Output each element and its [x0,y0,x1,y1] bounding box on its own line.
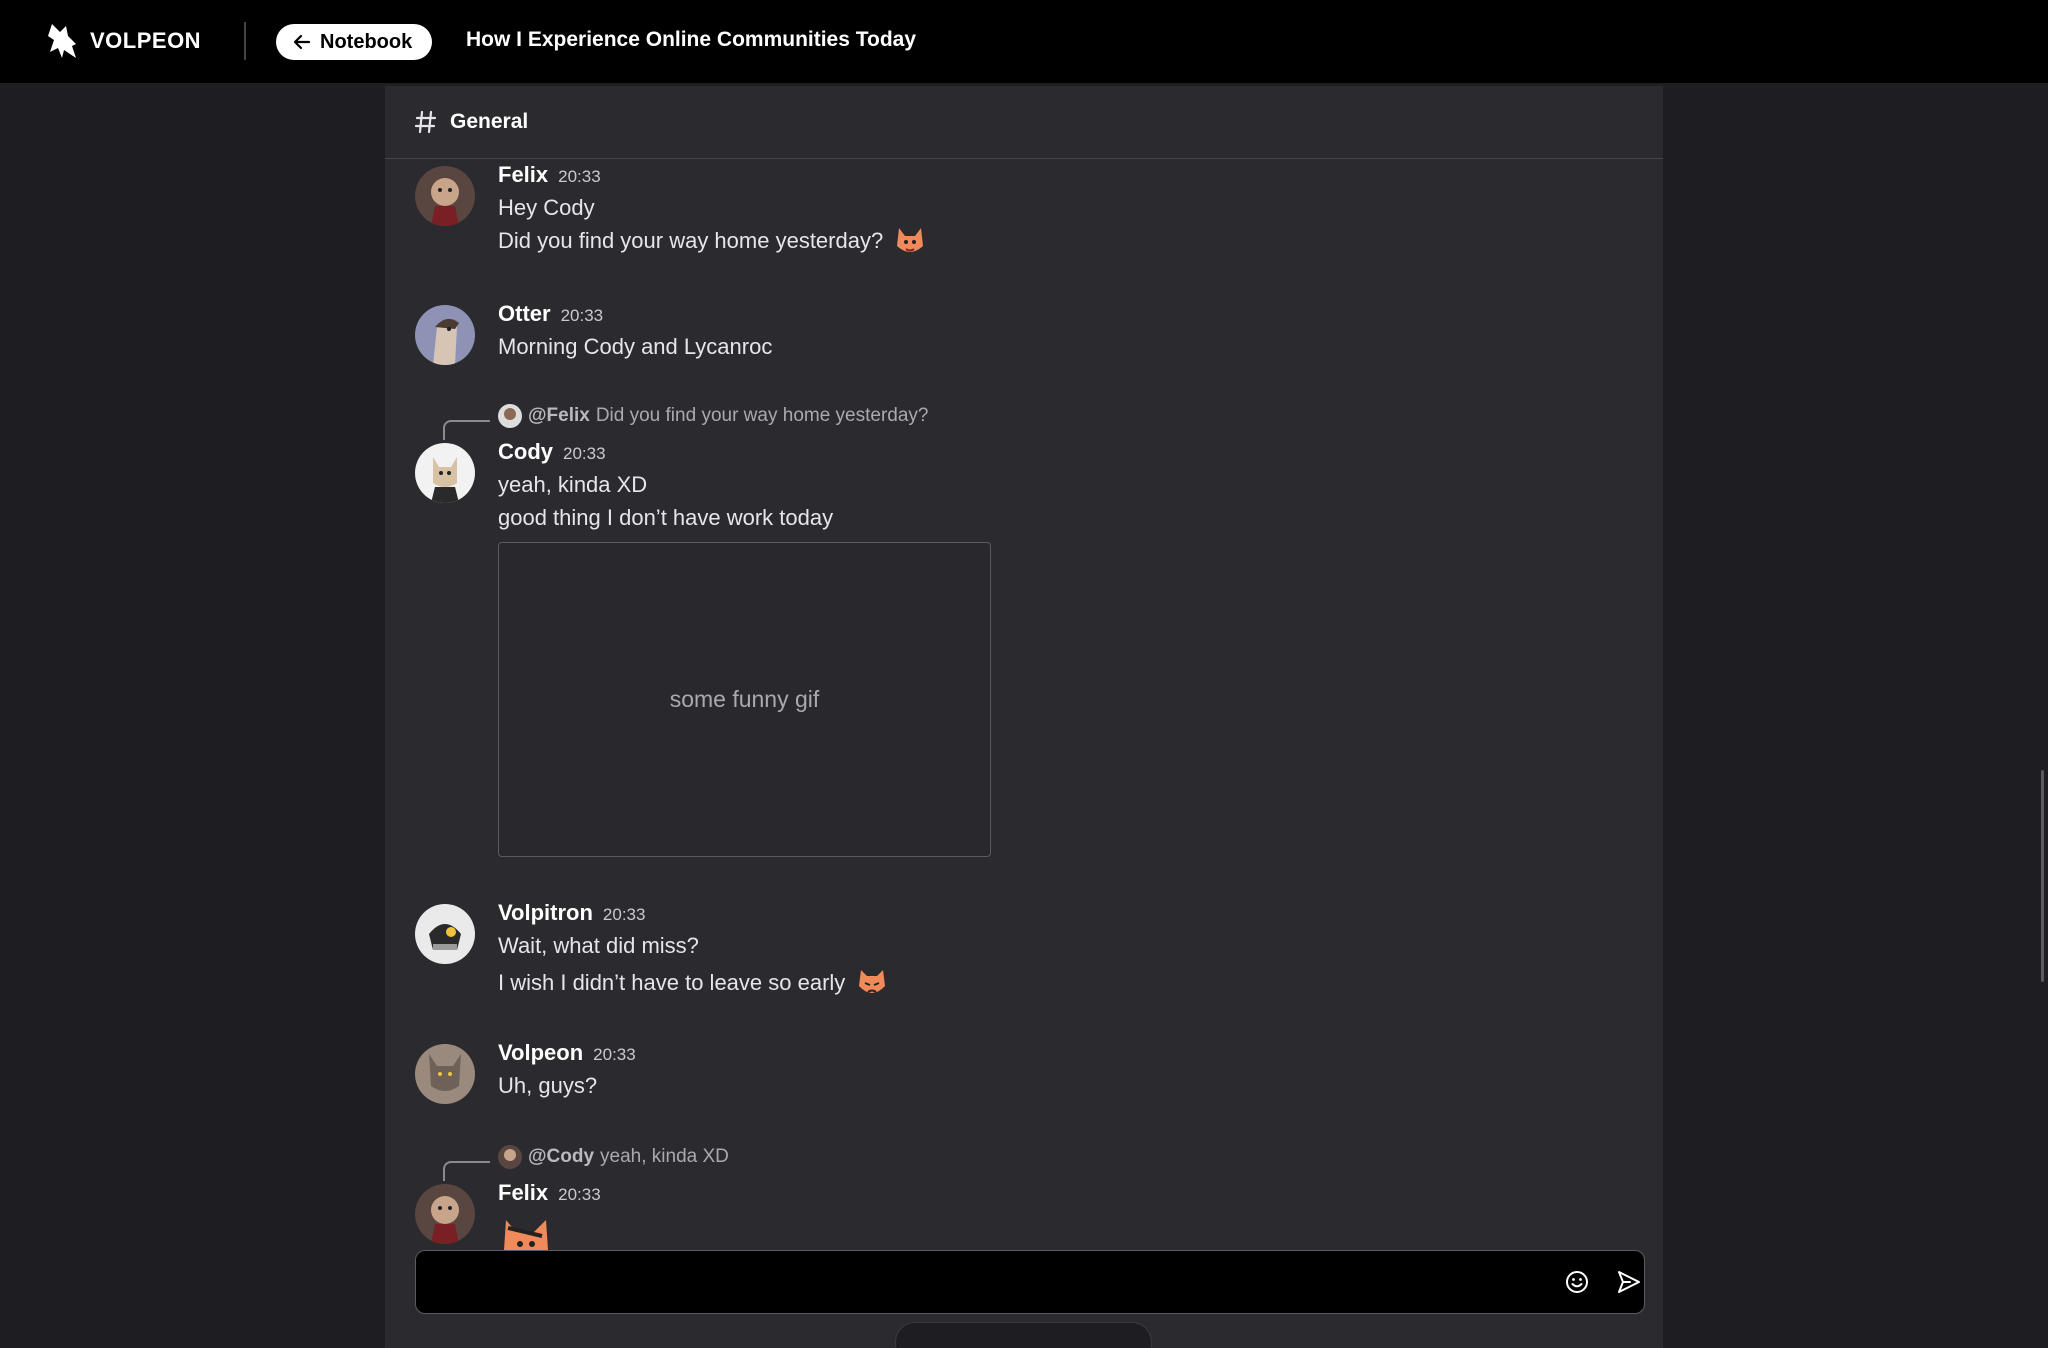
message-time: 20:33 [563,444,606,463]
message-time: 20:33 [593,1045,636,1064]
page-scrollbar[interactable] [2041,770,2044,982]
avatar[interactable] [415,305,475,365]
send-icon[interactable] [1616,1269,1642,1295]
reply-avatar [498,404,522,428]
avatar[interactable] [415,1044,475,1104]
chat-panel: General Felix 20:33 Hey Cody Did you find… [385,86,1663,1348]
message-input[interactable] [432,1261,1536,1303]
message-author[interactable]: Volpeon 20:33 [498,1040,636,1066]
message-line: I wish I didn’t have to leave so early [498,966,889,1000]
top-bar: VOLPEON Notebook How I Experience Online… [0,0,2048,83]
avatar[interactable] [415,904,475,964]
message-author[interactable]: Otter 20:33 [498,301,603,327]
message-time: 20:33 [560,306,604,325]
message-author[interactable]: Felix 20:33 [498,162,601,188]
volpeon-logo-icon [48,24,76,58]
message-line: Uh, guys? [498,1073,598,1098]
brand-logo[interactable]: VOLPEON [46,22,201,60]
message-line: good thing I don’t have work today [498,505,834,530]
message-time: 20:33 [558,1185,601,1204]
message-author[interactable]: Volpitron 20:33 [498,900,645,926]
reply-connector [443,1161,490,1181]
back-to-notebook-button[interactable]: Notebook [276,24,433,60]
channel-header: General [385,86,1663,159]
message-line: Did you find your way home yesterday? [498,224,927,258]
sad-fox-emoji-icon [859,970,886,993]
message-line: Hey Cody [498,195,595,220]
message-line: Wait, what did miss? [498,933,699,958]
page-title: How I Experience Online Communities Toda… [466,28,917,51]
arrow-left-icon [293,34,311,50]
message-time: 20:33 [558,167,601,186]
gif-attachment[interactable]: some funny gif [498,542,991,857]
reply-reference[interactable]: @Cody yeah, kinda XD [498,1145,729,1169]
bottom-toolbar[interactable] [895,1322,1152,1348]
reply-reference[interactable]: @Felix Did you find your way home yester… [498,404,929,428]
reply-connector [443,420,490,440]
header-divider [244,22,246,60]
back-button-label: Notebook [320,30,413,53]
avatar[interactable] [415,166,475,226]
fox-emoji-icon [897,228,924,252]
channel-name: General [450,110,529,133]
message-line: Morning Cody and Lycanroc [498,334,773,359]
brand-name: VOLPEON [90,28,202,53]
reply-avatar [498,1145,522,1169]
avatar[interactable] [415,1184,475,1244]
message-composer [415,1250,1645,1314]
message-line: yeah, kinda XD [498,472,648,497]
hash-icon [415,110,437,134]
emoji-icon[interactable] [1564,1269,1590,1295]
message-time: 20:33 [602,905,646,924]
message-author[interactable]: Cody 20:33 [498,439,606,465]
message: @Cody yeah, kinda XD Felix 20:33 [385,1142,1663,1250]
fox-sticker-icon [504,1220,548,1250]
message-author[interactable]: Felix 20:33 [498,1180,601,1206]
avatar[interactable] [415,443,475,503]
